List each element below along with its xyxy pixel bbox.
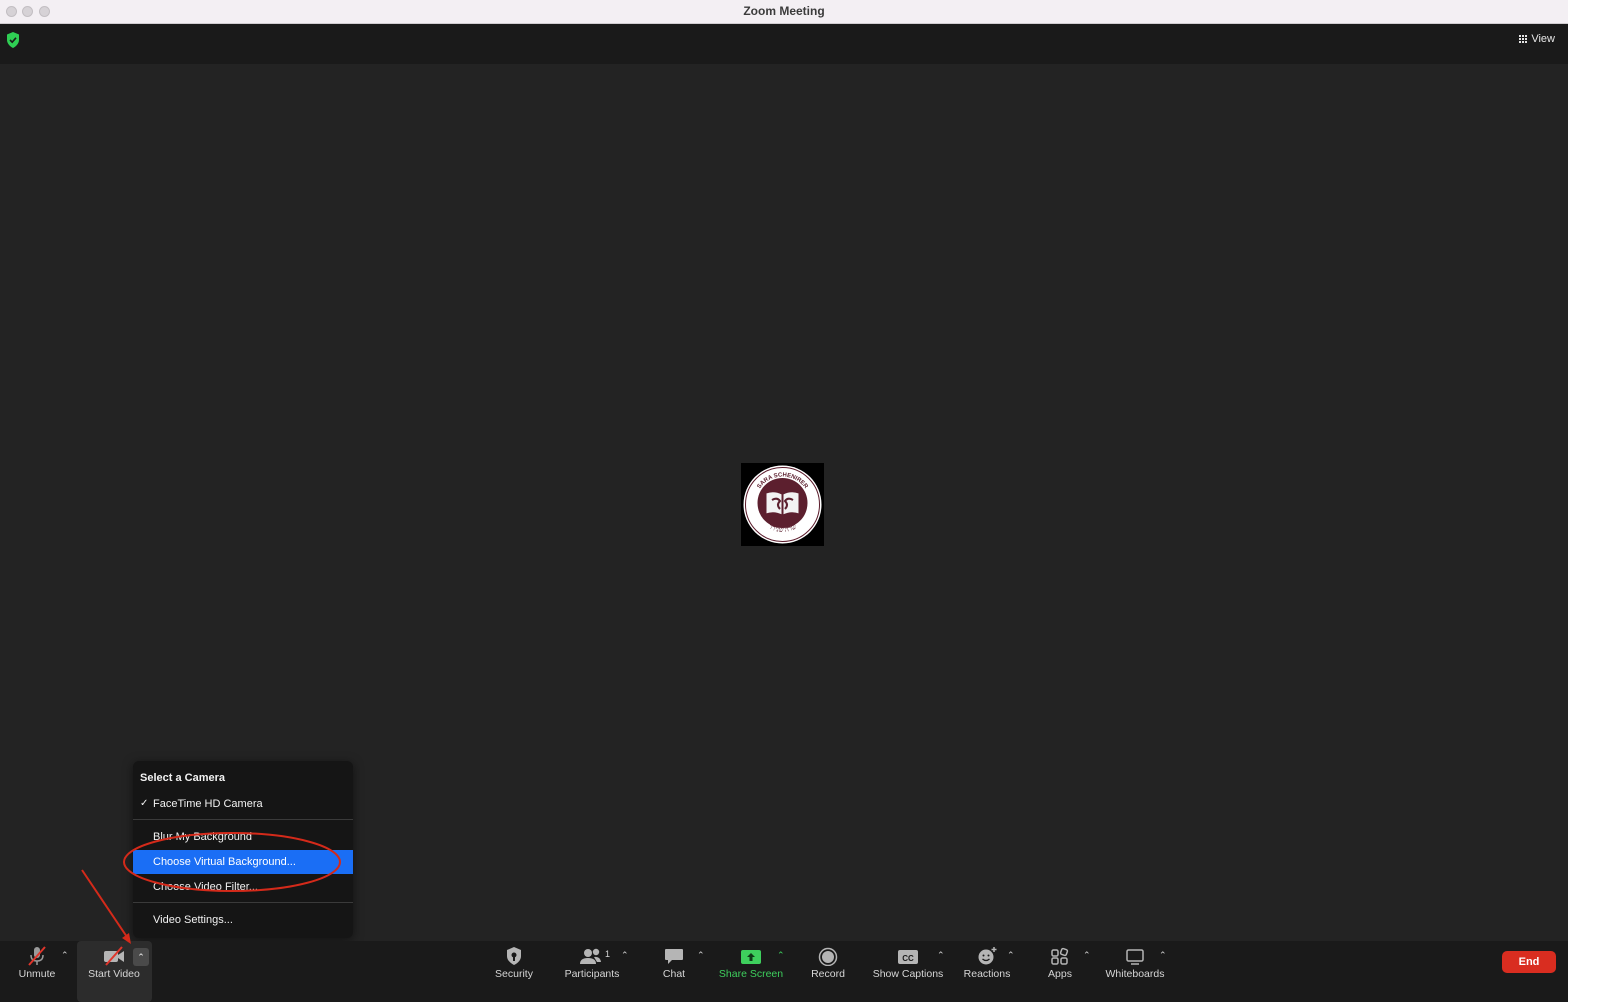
show-captions-label: Show Captions bbox=[872, 968, 944, 980]
annotation-arrow-line bbox=[81, 869, 130, 941]
share-screen-label: Share Screen bbox=[718, 968, 784, 980]
chat-button[interactable]: Chat bbox=[658, 941, 690, 1002]
show-captions-button[interactable]: CC Show Captions bbox=[872, 941, 944, 1002]
participants-label: Participants bbox=[564, 968, 620, 980]
muted-microphone-icon bbox=[28, 946, 46, 966]
share-screen-options-caret[interactable]: ⌃ bbox=[777, 950, 785, 961]
video-off-camera-icon bbox=[104, 946, 124, 966]
view-label: View bbox=[1531, 33, 1555, 45]
participants-button[interactable]: 1 Participants bbox=[561, 941, 623, 1002]
apps-label: Apps bbox=[1048, 968, 1072, 980]
grid-view-icon bbox=[1519, 35, 1528, 43]
participants-count: 1 bbox=[605, 949, 611, 959]
captions-badge-text: CC bbox=[902, 954, 914, 963]
camera-options-menu: Select a Camera ✓ FaceTime HD Camera Blu… bbox=[133, 761, 353, 938]
menu-item-label: Choose Video Filter... bbox=[153, 881, 258, 893]
apps-button[interactable]: Apps bbox=[1043, 941, 1077, 1002]
menu-item-video-settings[interactable]: Video Settings... bbox=[133, 908, 353, 932]
reactions-smiley-icon bbox=[978, 947, 997, 965]
video-options-caret[interactable]: ⌃ bbox=[133, 948, 149, 966]
security-shield-icon[interactable] bbox=[6, 32, 20, 48]
security-shield-icon bbox=[507, 947, 521, 965]
menu-item-label: Blur My Background bbox=[153, 831, 253, 843]
whiteboards-label: Whiteboards bbox=[1105, 968, 1165, 980]
reactions-label: Reactions bbox=[963, 968, 1011, 980]
audio-options-caret[interactable]: ⌃ bbox=[61, 950, 69, 961]
meeting-toolbar: Unmute ⌃ Start Video ⌃ Security 1 Partic… bbox=[0, 941, 1568, 1002]
reactions-options-caret[interactable]: ⌃ bbox=[1007, 950, 1015, 961]
participants-options-caret[interactable]: ⌃ bbox=[621, 950, 629, 961]
reactions-button[interactable]: Reactions bbox=[962, 941, 1012, 1002]
apps-options-caret[interactable]: ⌃ bbox=[1083, 950, 1091, 961]
menu-item-video-filter[interactable]: Choose Video Filter... bbox=[133, 875, 353, 899]
share-screen-arrow-icon bbox=[741, 950, 761, 964]
view-button[interactable]: View bbox=[1519, 33, 1555, 45]
whiteboards-options-caret[interactable]: ⌃ bbox=[1159, 950, 1167, 961]
chat-options-caret[interactable]: ⌃ bbox=[697, 950, 705, 961]
desktop-edge bbox=[1568, 0, 1600, 1002]
menu-item-blur-background[interactable]: Blur My Background bbox=[133, 825, 353, 849]
menu-item-label: FaceTime HD Camera bbox=[153, 798, 263, 810]
meeting-top-bar: View bbox=[0, 24, 1568, 64]
chat-bubble-icon bbox=[665, 949, 683, 964]
window-title: Zoom Meeting bbox=[743, 4, 825, 18]
menu-item-virtual-background[interactable]: Choose Virtual Background... bbox=[133, 850, 353, 874]
menu-item-facetime-camera[interactable]: ✓ FaceTime HD Camera bbox=[133, 792, 353, 816]
participants-people-icon bbox=[580, 948, 601, 964]
end-meeting-button[interactable]: End bbox=[1502, 951, 1556, 973]
unmute-label: Unmute bbox=[18, 968, 56, 980]
checkmark-icon: ✓ bbox=[140, 798, 149, 809]
record-label: Record bbox=[811, 968, 845, 980]
title-bar: Zoom Meeting bbox=[0, 0, 1568, 24]
share-screen-button[interactable]: Share Screen bbox=[718, 941, 784, 1002]
captions-options-caret[interactable]: ⌃ bbox=[937, 950, 945, 961]
whiteboard-icon bbox=[1126, 949, 1144, 965]
security-label: Security bbox=[495, 968, 533, 980]
record-circle-icon bbox=[818, 947, 838, 966]
menu-header: Select a Camera bbox=[140, 772, 225, 784]
record-button[interactable]: Record bbox=[807, 941, 849, 1002]
chat-label: Chat bbox=[662, 968, 686, 980]
start-video-label: Start Video bbox=[88, 968, 140, 980]
zoom-window: Zoom Meeting View SARA SCHENIRER שרה שני… bbox=[0, 0, 1568, 1002]
menu-item-label: Video Settings... bbox=[153, 914, 233, 926]
menu-item-label: Choose Virtual Background... bbox=[153, 856, 296, 868]
participant-profile-logo: SARA SCHENIRER שרה שנירר bbox=[741, 463, 824, 546]
security-button[interactable]: Security bbox=[490, 941, 538, 1002]
unmute-button[interactable]: Unmute bbox=[14, 941, 60, 1002]
apps-grid-icon bbox=[1051, 947, 1069, 965]
menu-divider bbox=[133, 819, 353, 820]
whiteboards-button[interactable]: Whiteboards bbox=[1104, 941, 1166, 1002]
menu-divider bbox=[133, 902, 353, 903]
closed-captions-icon: CC bbox=[898, 950, 918, 964]
